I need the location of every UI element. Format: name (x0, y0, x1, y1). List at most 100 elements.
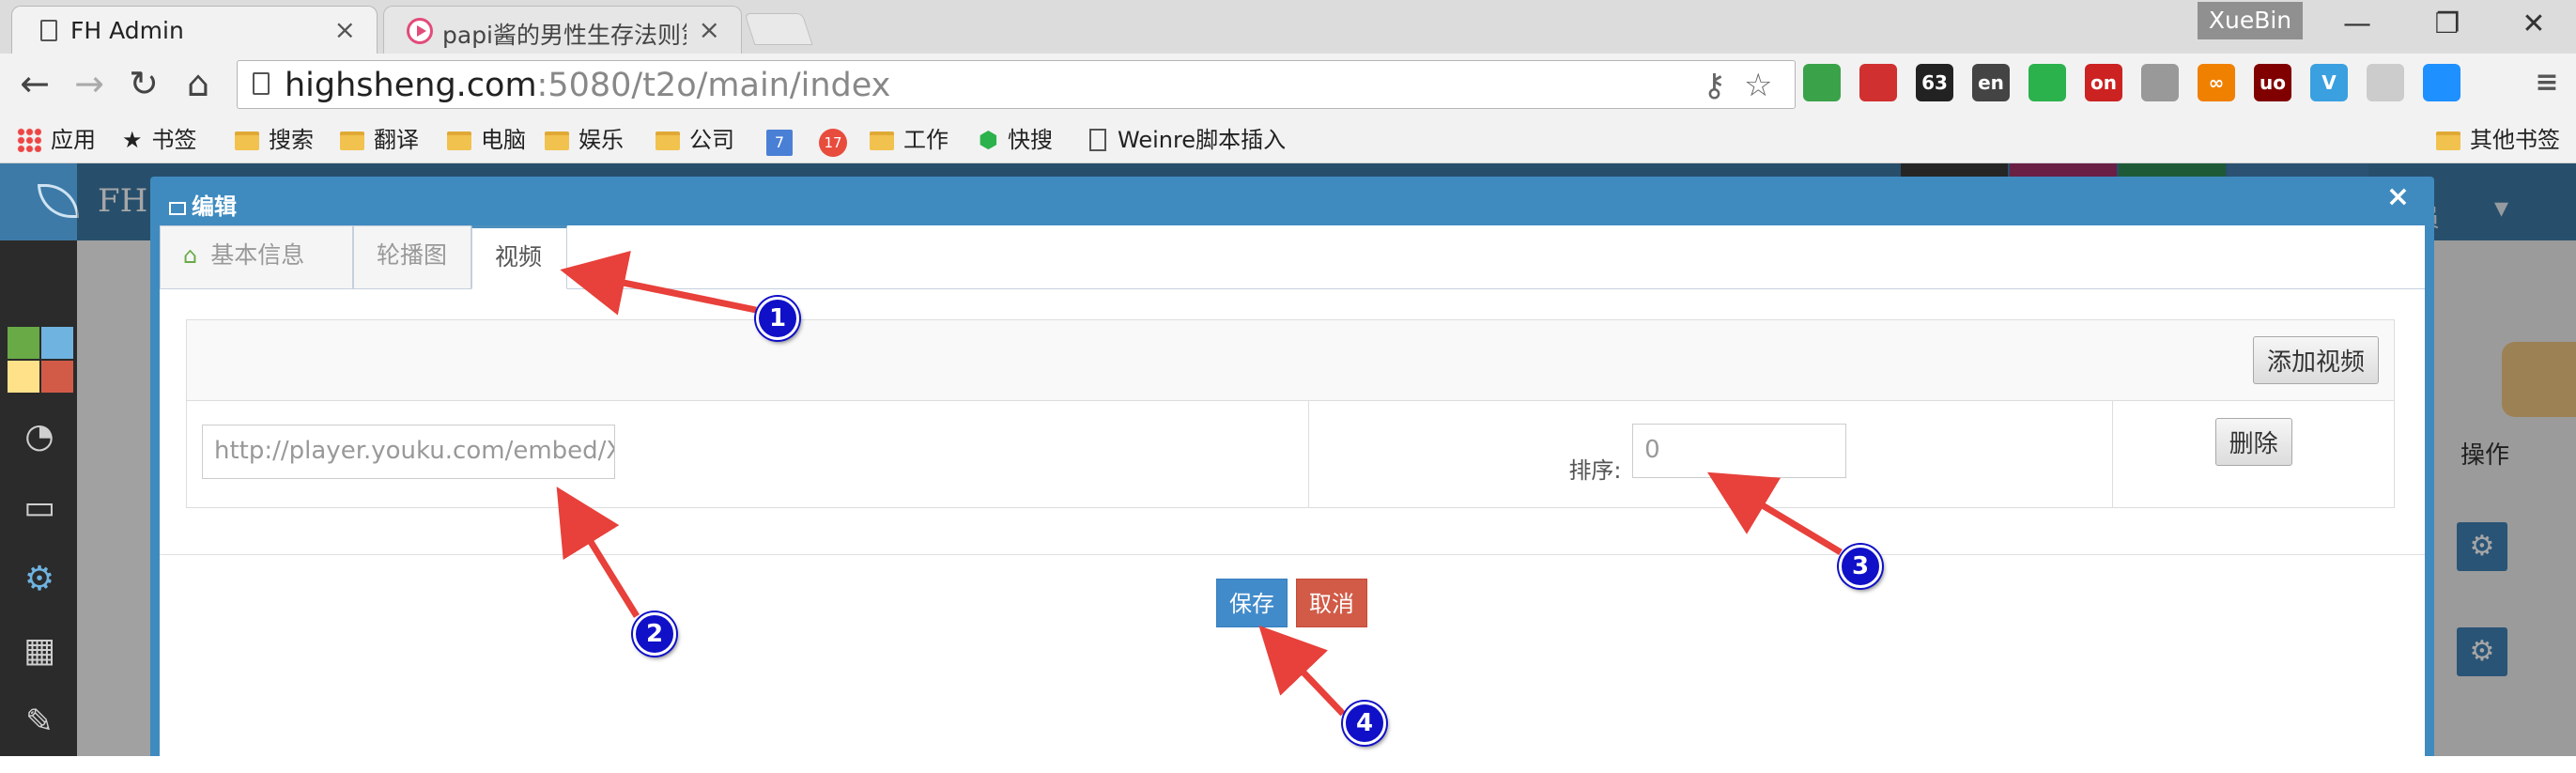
annotation-callout: 4 (1343, 702, 1386, 745)
vimeo-ext-icon[interactable]: V (2310, 64, 2348, 101)
window-close-icon[interactable]: ✕ (2515, 8, 2553, 40)
bookmark-label: 搜索 (269, 127, 314, 153)
browser-chrome: FH Admin × papi酱的男性生存法则第1 × XueBin — ❐ ✕… (0, 0, 2576, 163)
bookmark-item[interactable]: 娱乐 (545, 123, 624, 157)
badge-icon: 17 (819, 129, 847, 157)
bookmark-item[interactable]: 搜索 (235, 123, 314, 157)
bookmark-item[interactable]: 公司 (656, 123, 734, 157)
bookmark-label: 翻译 (374, 127, 419, 153)
folder-icon (870, 131, 894, 150)
sidebar: ◔ ▭ ⚙ ▦ ✎ ● (0, 240, 77, 773)
feedly-ext-icon[interactable] (2028, 64, 2066, 101)
bookmark-item[interactable]: 17 (819, 123, 847, 157)
sort-label: 排序: (1568, 457, 1622, 484)
video-site-icon (407, 18, 433, 44)
home-icon: ⌂ (183, 242, 198, 269)
tab-strip: FH Admin × papi酱的男性生存法则第1 × XueBin — ❐ ✕ (0, 0, 2576, 54)
bookmark-label: Weinre脚本插入 (1118, 127, 1287, 153)
edit-dialog: 编辑 × ⌂ 基本信息 轮播图 视频 添加视频 http://player.you… (150, 177, 2434, 773)
forward-icon[interactable]: → (68, 63, 111, 104)
folder-icon (447, 131, 471, 150)
bookmark-label: 快搜 (1007, 127, 1053, 153)
restore-icon[interactable]: ❐ (2429, 8, 2466, 40)
minimize-icon[interactable]: — (2338, 8, 2376, 40)
apps-grid-icon (17, 128, 41, 152)
new-tab-button[interactable] (744, 13, 813, 45)
delete-cell: 删除 (2112, 400, 2395, 508)
news-ext-icon[interactable]: 63 (1916, 64, 1953, 101)
tab-video[interactable]: 视频 (471, 225, 567, 289)
ublock-ext-icon[interactable]: uo (2254, 64, 2291, 101)
tab-basic-info[interactable]: ⌂ 基本信息 (160, 225, 353, 289)
download-ext-icon[interactable] (1803, 64, 1841, 101)
tab-carousel[interactable]: 轮播图 (353, 225, 471, 289)
dialog-close-icon[interactable]: × (2386, 180, 2410, 213)
cloud-ext-icon[interactable] (2423, 64, 2460, 101)
cancel-button[interactable]: 取消 (1296, 579, 1367, 627)
dialog-divider (160, 554, 2425, 555)
bookmark-label: 书签 (151, 127, 197, 153)
bookmark-item[interactable]: ⬢ 快搜 (979, 123, 1053, 157)
delete-button[interactable]: 删除 (2214, 418, 2292, 466)
video-table: 添加视频 http://player.youku.com/embed/Xl 排序… (185, 319, 2395, 508)
home-icon[interactable]: ⌂ (177, 63, 220, 104)
tab-close-icon[interactable]: × (334, 14, 356, 45)
other-bookmarks[interactable]: 其他书签 (2436, 123, 2560, 157)
tab-close-icon[interactable]: × (699, 14, 720, 45)
address-bar[interactable]: highsheng.com:5080/t2o/main/index ⚷ ☆ (237, 60, 1796, 109)
edit-icon[interactable]: ✎ (21, 703, 58, 741)
page-info-icon[interactable] (253, 72, 270, 95)
bookmark-item[interactable]: 工作 (870, 123, 949, 157)
sidebar-shortcuts[interactable] (8, 327, 75, 394)
star-icon: ★ (122, 127, 143, 153)
puzzle-ext-icon[interactable] (2141, 64, 2179, 101)
cogs-icon[interactable]: ⚙ (21, 560, 58, 598)
profile-badge[interactable]: XueBin (2198, 2, 2303, 39)
leaf-logo-icon (38, 184, 79, 218)
reload-icon[interactable]: ↻ (122, 63, 165, 104)
video-url-cell: http://player.youku.com/embed/Xl (185, 400, 1310, 508)
key-icon[interactable]: ⚷ (1703, 67, 1726, 104)
annotation-callout: 3 (1839, 545, 1882, 588)
bookmark-label: 公司 (689, 127, 734, 153)
bookmark-item[interactable]: 7 (766, 123, 793, 157)
folder-icon (2436, 131, 2460, 150)
bookmark-label: 工作 (903, 127, 949, 153)
translate-ext-icon[interactable]: en (1972, 64, 2010, 101)
back-icon[interactable]: ← (13, 63, 56, 104)
bookmarks-bar: 应用 ★ 书签 搜索 翻译 电脑 娱乐 公司 7 17 工作 ⬢ 快搜 Weinre脚本插入 其他书签 (0, 116, 2576, 163)
bookmark-star-icon[interactable]: ☆ (1744, 67, 1772, 104)
page-icon (40, 20, 57, 41)
bookmark-label: 电脑 (481, 127, 526, 153)
save-button[interactable]: 保存 (1216, 579, 1288, 627)
page-icon (1089, 129, 1106, 151)
tab-title: FH Admin (70, 17, 184, 44)
bookmark-label: 应用 (51, 127, 96, 153)
desktop-icon[interactable]: ▭ (21, 488, 58, 527)
browser-tab-papi[interactable]: papi酱的男性生存法则第1 × (383, 6, 742, 54)
chrome-menu-icon[interactable]: ≡ (2528, 64, 2566, 101)
folder-icon (340, 131, 364, 150)
bookmark-item[interactable]: ★ 书签 (122, 123, 197, 157)
sort-input[interactable]: 0 (1632, 424, 1847, 478)
pointer-ext-icon[interactable] (2367, 64, 2404, 101)
folder-icon (656, 131, 680, 150)
infinity-ext-icon[interactable]: ∞ (2198, 64, 2235, 101)
video-url-input[interactable]: http://player.youku.com/embed/Xl (202, 424, 615, 479)
cors-ext-icon[interactable]: on (2085, 64, 2122, 101)
bookmark-item[interactable]: Weinre脚本插入 (1089, 123, 1286, 157)
folder-icon (235, 131, 259, 150)
dashboard-icon[interactable]: ◔ (21, 417, 58, 456)
bookmark-item[interactable]: 应用 (17, 123, 96, 157)
film-icon[interactable]: ▦ (21, 631, 58, 670)
torn-edge (0, 756, 2576, 773)
dialog-tabs: ⌂ 基本信息 轮播图 视频 (160, 225, 2425, 289)
bookmark-item[interactable]: 电脑 (447, 123, 526, 157)
browser-toolbar: ← → ↻ ⌂ highsheng.com:5080/t2o/main/inde… (0, 54, 2576, 116)
lock-ext-icon[interactable] (1859, 64, 1897, 101)
url-text[interactable]: highsheng.com:5080/t2o/main/index (285, 67, 890, 104)
calendar-icon: 7 (766, 130, 793, 156)
add-video-button[interactable]: 添加视频 (2252, 336, 2379, 384)
browser-tab-fh-admin[interactable]: FH Admin × (11, 6, 378, 54)
bookmark-item[interactable]: 翻译 (340, 123, 419, 157)
